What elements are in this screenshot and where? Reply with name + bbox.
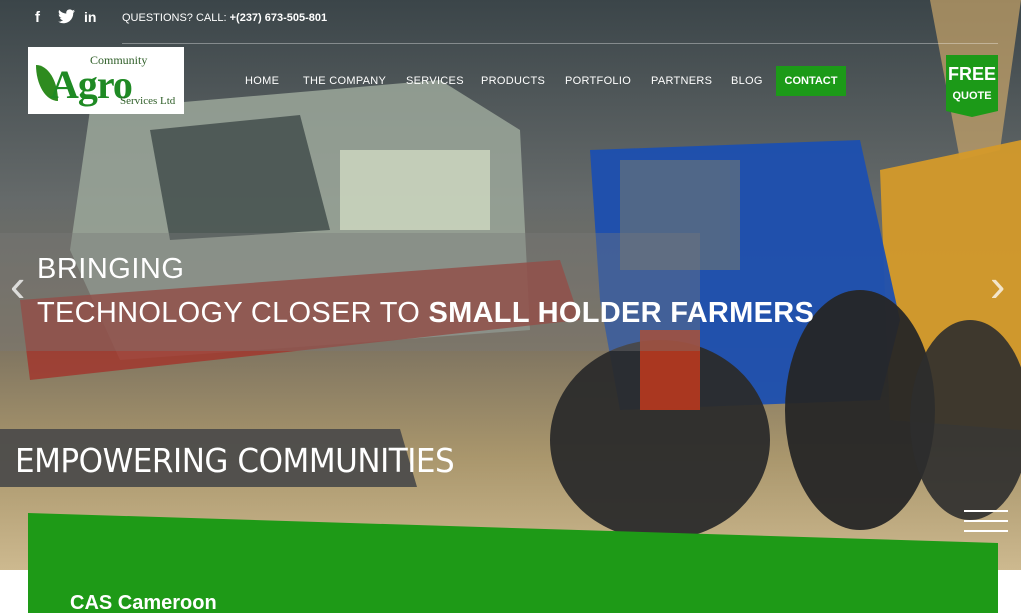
banner-text: EMPOWERING COMMUNITIES	[15, 441, 455, 480]
free-quote-line-2: QUOTE	[952, 90, 992, 102]
card-title: CAS Cameroon	[70, 592, 217, 614]
free-quote-line-1: FREE	[947, 64, 996, 84]
slider-prev-arrow[interactable]: ‹	[10, 262, 25, 308]
hero-slider: f in QUESTIONS? CALL: +(237) 673-505-801…	[0, 0, 1021, 570]
nav-partners[interactable]: PARTNERS	[651, 75, 712, 87]
contact-line: QUESTIONS? CALL: +(237) 673-505-801	[122, 12, 327, 24]
free-quote-button[interactable]: FREE QUOTE	[946, 55, 998, 117]
headline-highlight: SMALL HOLDER FARMERS	[428, 297, 815, 329]
nav-products[interactable]: PRODUCTS	[481, 75, 545, 87]
phone-number[interactable]: +(237) 673-505-801	[230, 12, 328, 24]
facebook-icon[interactable]: f	[35, 9, 40, 26]
twitter-icon[interactable]	[58, 9, 75, 28]
headline-line-2: TECHNOLOGY CLOSER TO SMALL HOLDER FARMER…	[37, 297, 814, 330]
header-divider	[122, 43, 998, 44]
top-bar: f in QUESTIONS? CALL: +(237) 673-505-801	[0, 0, 1021, 40]
headline-band	[0, 233, 700, 351]
headline-line-1: BRINGING	[37, 253, 185, 285]
nav-services[interactable]: SERVICES	[406, 75, 464, 87]
company-logo[interactable]: Community Agro Services Ltd	[28, 47, 184, 114]
headline-prefix: TECHNOLOGY CLOSER TO	[37, 297, 429, 329]
linkedin-icon[interactable]: in	[84, 9, 96, 25]
nav-contact-button[interactable]: CONTACT	[776, 66, 846, 96]
slider-next-arrow[interactable]: ›	[990, 262, 1005, 308]
nav-the-company[interactable]: THE COMPANY	[303, 75, 386, 87]
questions-label: QUESTIONS? CALL:	[122, 12, 227, 24]
logo-line-3: Services Ltd	[120, 95, 176, 107]
empowering-banner: EMPOWERING COMMUNITIES	[0, 429, 455, 487]
nav-blog[interactable]: BLOG	[731, 75, 763, 87]
nav-portfolio[interactable]: PORTFOLIO	[565, 75, 631, 87]
nav-home[interactable]: HOME	[245, 75, 279, 87]
